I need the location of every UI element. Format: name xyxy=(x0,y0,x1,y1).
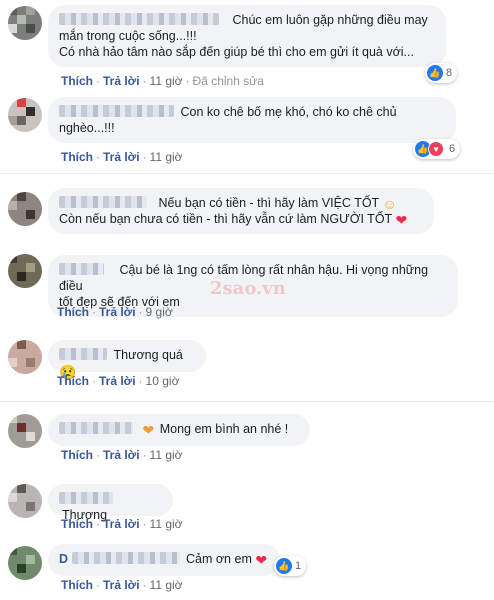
timestamp[interactable]: 11 giờ xyxy=(150,578,183,592)
reaction-summary[interactable]: 👍 1 xyxy=(274,556,307,576)
divider xyxy=(0,401,494,402)
avatar[interactable] xyxy=(8,6,42,40)
reply-link[interactable]: Trả lời xyxy=(99,305,136,319)
like-link[interactable]: Thích xyxy=(61,74,93,88)
avatar[interactable] xyxy=(8,340,42,374)
comment-bubble: ❤ Mong em bình an nhé ! xyxy=(48,414,310,446)
heart-emoji: ❤ xyxy=(395,212,408,228)
divider xyxy=(0,173,494,174)
timestamp[interactable]: 11 giờ xyxy=(150,150,183,164)
comment-text: Còn nếu bạn chưa có tiền - thì hãy vẫn c… xyxy=(59,212,392,226)
comment-text: nghèo...!!! xyxy=(59,121,115,135)
reply-link[interactable]: Trả lời xyxy=(103,517,140,531)
timestamp[interactable]: 11 giờ xyxy=(150,448,183,462)
comment-text: Có nhà hảo tâm nào sắp đến giúp bé thì c… xyxy=(59,45,414,59)
separator: · xyxy=(142,150,147,164)
comment-actions: Thích · Trả lời · 10 giờ xyxy=(57,374,179,388)
separator: · xyxy=(142,448,147,462)
comment-bubble: Nếu bạn có tiền - thì hãy làm VIỆC TỐT ☺… xyxy=(48,188,434,234)
edited-label[interactable]: Đã chỉnh sửa xyxy=(193,74,264,88)
like-link[interactable]: Thích xyxy=(61,578,93,592)
comment-actions: Thích · Trả lời · 11 giờ xyxy=(61,517,183,531)
like-link[interactable]: Thích xyxy=(61,150,93,164)
comment-bubble: D Cảm ơn em ❤ xyxy=(48,544,280,576)
avatar[interactable] xyxy=(8,546,42,580)
separator: · xyxy=(142,74,147,88)
comment-bubble: Con ko chê bố mẹ khó, chó ko chê chủ ngh… xyxy=(48,97,456,143)
commenter-name[interactable] xyxy=(59,13,219,25)
commenter-name[interactable] xyxy=(59,196,147,208)
like-link[interactable]: Thích xyxy=(57,374,89,388)
comment-actions: Thích · Trả lời · 11 giờ xyxy=(61,448,183,462)
avatar[interactable] xyxy=(8,98,42,132)
heart-emoji: ❤ xyxy=(255,552,268,568)
reaction-count: 8 xyxy=(446,67,453,79)
like-link[interactable]: Thích xyxy=(61,517,93,531)
timestamp[interactable]: 9 giờ xyxy=(146,305,173,319)
like-icon: 👍 xyxy=(276,558,292,574)
reaction-summary[interactable]: 👍 ♥ 6 xyxy=(413,139,461,159)
separator: · xyxy=(96,517,100,531)
comment-bubble: Thương quá 😢 xyxy=(48,340,206,379)
comment-actions: Thích · Trả lời · 11 giờ xyxy=(61,150,183,164)
comment-bubble: Chúc em luôn gặp những điều may mắn tron… xyxy=(48,5,446,67)
separator: · xyxy=(96,74,100,88)
comment-text: Cảm ơn em xyxy=(186,552,252,566)
reaction-count: 1 xyxy=(295,560,302,572)
comment-text: Chúc em luôn gặp những điều may xyxy=(232,13,428,27)
avatar[interactable] xyxy=(8,484,42,518)
avatar[interactable] xyxy=(8,192,42,226)
smile-emoji: ☺ xyxy=(382,196,397,212)
comment-text: Con ko chê bố mẹ khó, chó ko chê chủ xyxy=(180,105,397,119)
comment-actions: Thích · Trả lời · 9 giờ xyxy=(57,305,173,319)
like-link[interactable]: Thích xyxy=(57,305,89,319)
commenter-name[interactable] xyxy=(71,552,180,564)
separator: · xyxy=(138,305,143,319)
comment-actions: Thích · Trả lời · 11 giờ xyxy=(61,578,183,592)
separator: · xyxy=(142,517,147,531)
separator: · xyxy=(138,374,143,388)
avatar[interactable] xyxy=(8,254,42,288)
comment-actions: Thích · Trả lời · 11 giờ · Đã chỉnh sửa xyxy=(61,74,264,88)
separator: · xyxy=(96,448,100,462)
reaction-summary[interactable]: 👍 8 xyxy=(425,63,458,83)
commenter-initial[interactable]: D xyxy=(59,552,68,566)
timestamp[interactable]: 11 giờ xyxy=(150,74,183,88)
separator: · xyxy=(92,305,96,319)
separator: · xyxy=(92,374,96,388)
love-icon: ♥ xyxy=(428,141,444,157)
commenter-name[interactable] xyxy=(59,492,113,504)
reply-link[interactable]: Trả lời xyxy=(103,578,140,592)
commenter-name[interactable] xyxy=(59,263,104,275)
commenter-name[interactable] xyxy=(59,105,174,117)
comment-text: Thương quá xyxy=(113,348,183,362)
reply-link[interactable]: Trả lời xyxy=(103,448,140,462)
like-link[interactable]: Thích xyxy=(61,448,93,462)
separator: · xyxy=(96,578,100,592)
reply-link[interactable]: Trả lời xyxy=(103,150,140,164)
comment-text: mắn trong cuộc sống...!!! xyxy=(59,29,197,43)
reply-link[interactable]: Trả lời xyxy=(103,74,140,88)
like-icon: 👍 xyxy=(427,65,443,81)
reaction-count: 6 xyxy=(449,143,456,155)
timestamp[interactable]: 11 giờ xyxy=(150,517,183,531)
reply-link[interactable]: Trả lời xyxy=(99,374,136,388)
timestamp[interactable]: 10 giờ xyxy=(146,374,180,388)
comment-text: Mong em bình an nhé ! xyxy=(159,422,289,436)
commenter-name[interactable] xyxy=(59,422,133,434)
orange-heart-emoji: ❤ xyxy=(142,422,155,438)
commenter-name[interactable] xyxy=(59,348,107,360)
separator: · xyxy=(96,150,100,164)
separator: · xyxy=(185,74,190,88)
separator: · xyxy=(142,578,147,592)
avatar[interactable] xyxy=(8,414,42,448)
comment-bubble: Thương xyxy=(48,484,173,522)
comment-text: Nếu bạn có tiền - thì hãy làm VIỆC TỐT xyxy=(158,196,379,210)
watermark: 2sao.vn xyxy=(210,278,286,299)
